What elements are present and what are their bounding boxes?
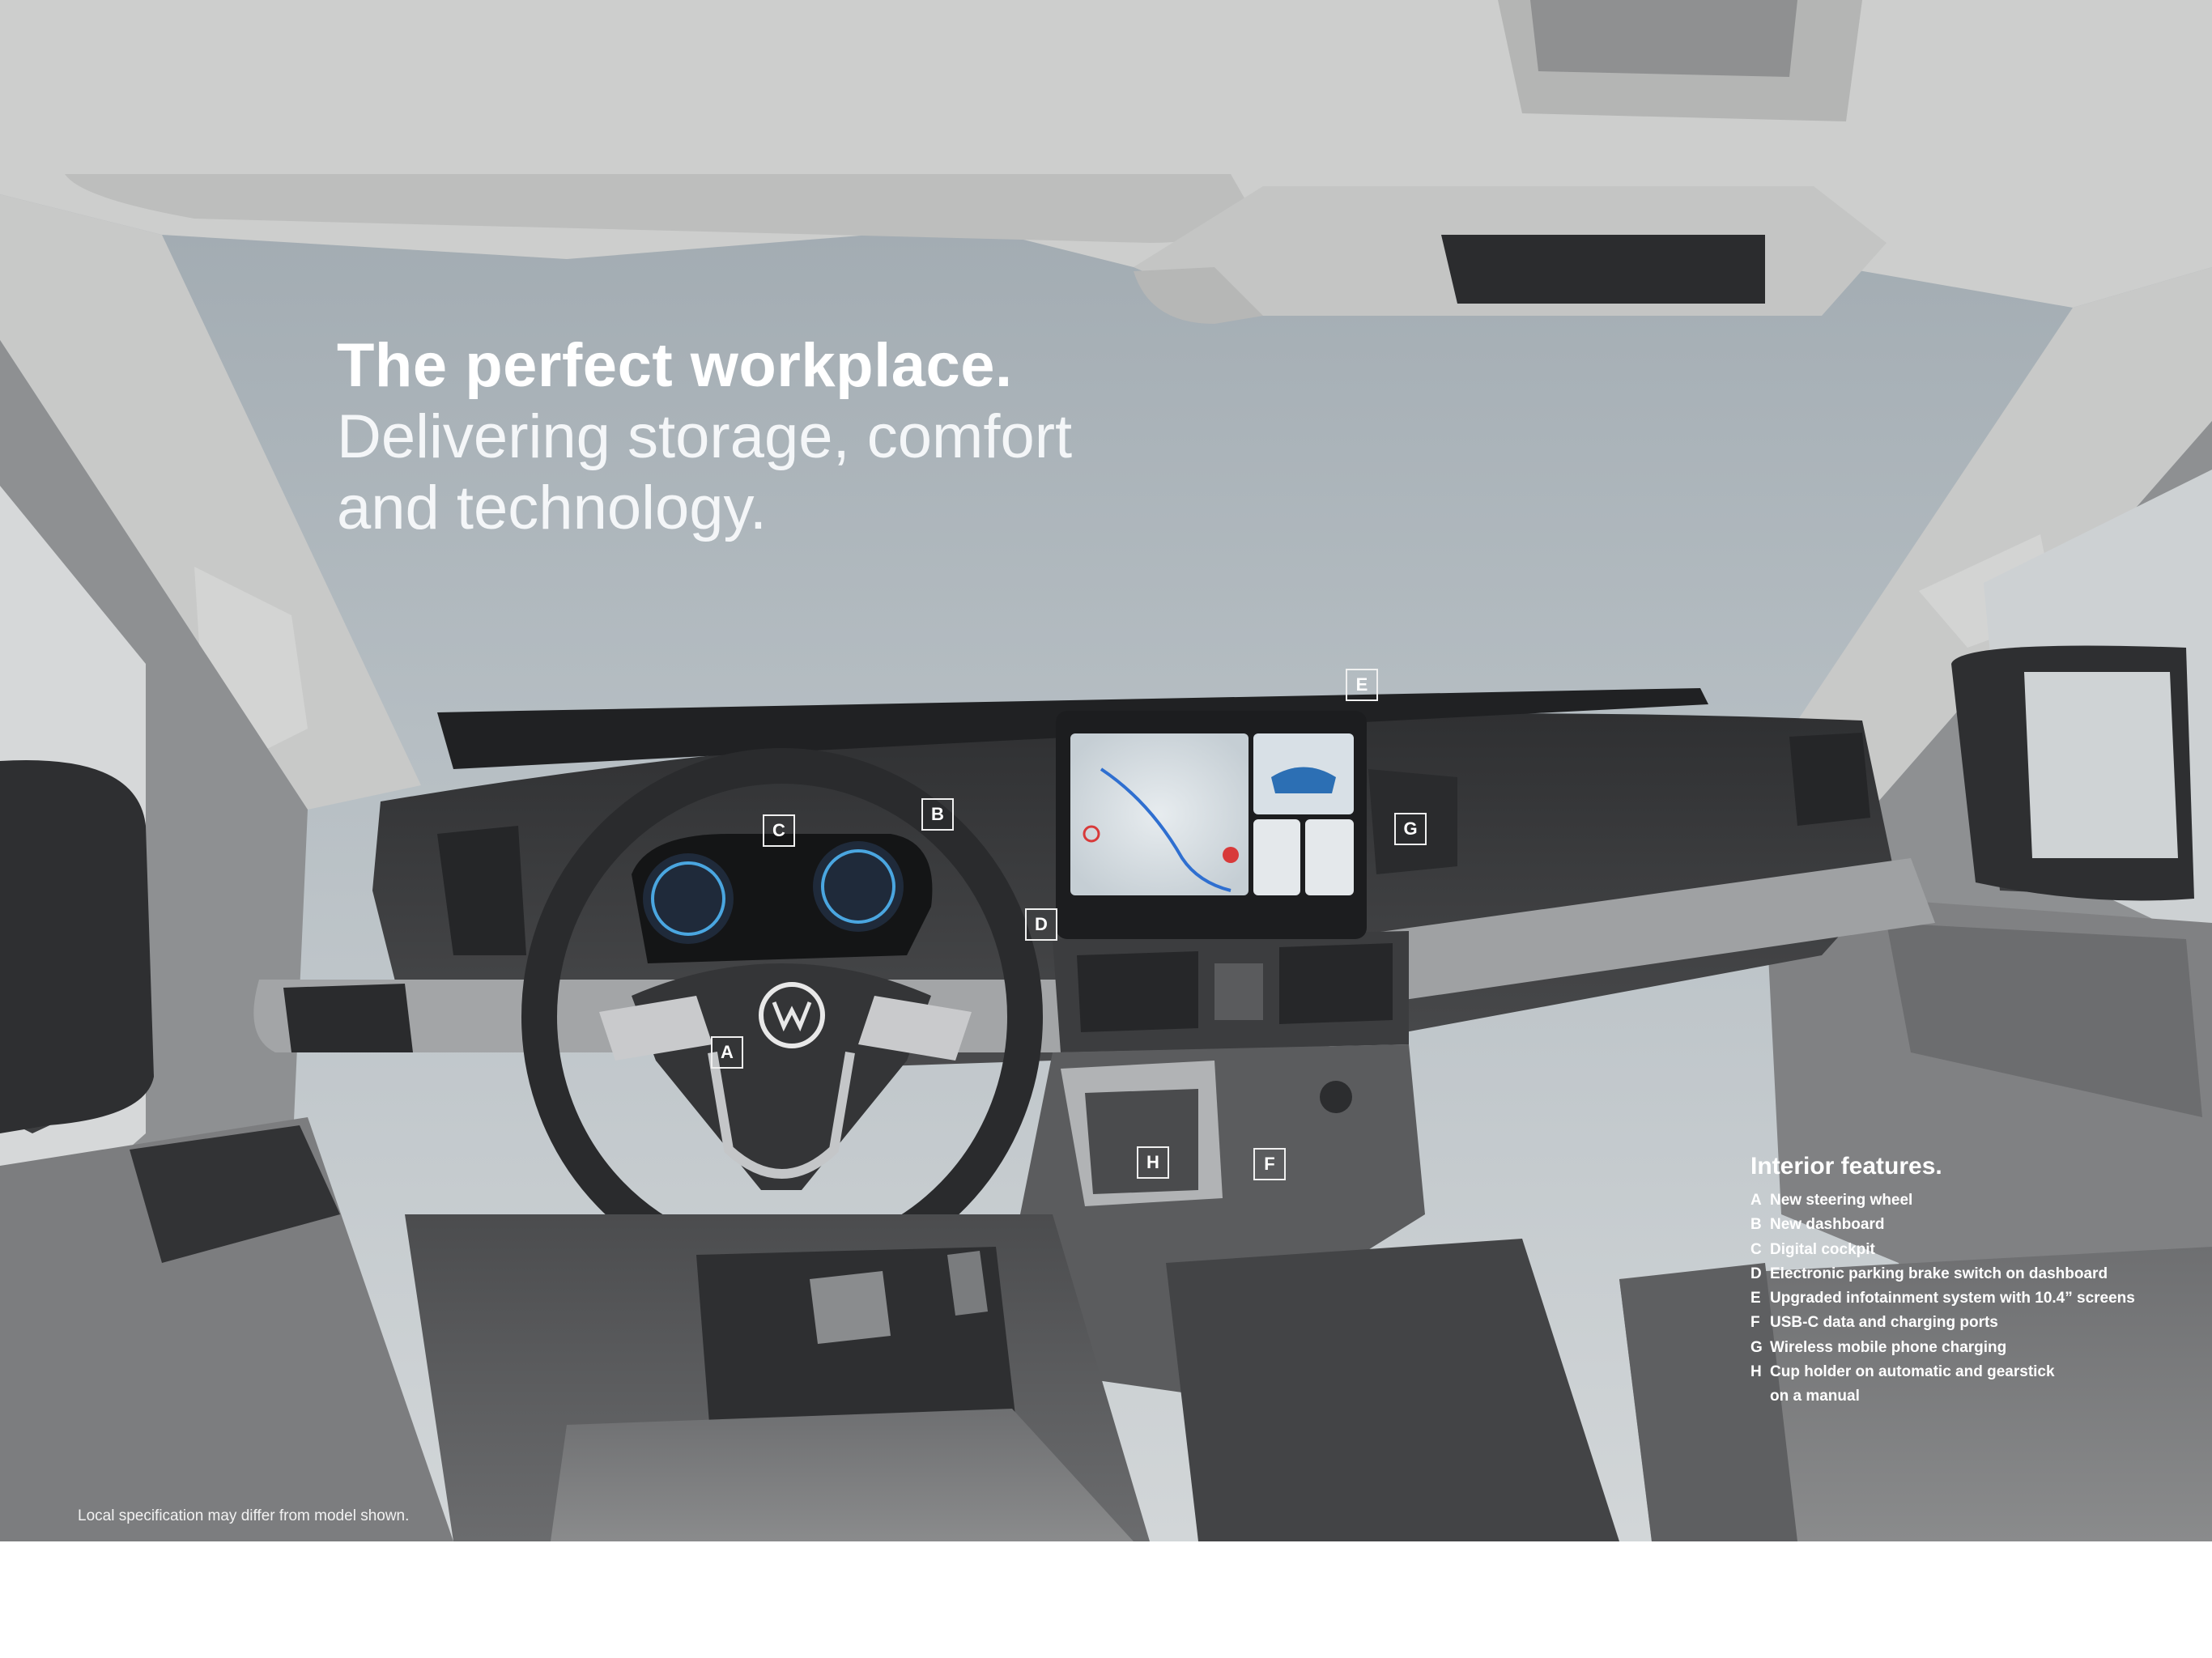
marker-e: E [1346,669,1378,701]
features-title: Interior features. [1750,1153,1942,1180]
feature-letter: G [1750,1338,1763,1356]
feature-text: New steering wheel [1770,1192,1913,1209]
headline-bold: The perfect workplace. [337,331,1013,400]
marker-g: G [1394,813,1427,845]
feature-item: A New steering wheel [1750,1188,2135,1213]
feature-item: E Upgraded infotainment system with 10.4”… [1750,1286,2135,1311]
feature-letter: C [1750,1240,1762,1258]
marker-d: D [1025,908,1057,941]
feature-text: Upgraded infotainment system with 10.4” … [1770,1290,2135,1307]
feature-text: Digital cockpit [1770,1240,1875,1258]
marker-b: B [921,798,954,831]
headline-light-line-1: Delivering storage, comfort [337,402,1073,471]
feature-item: G Wireless mobile phone charging [1750,1336,2135,1360]
feature-text: USB-C data and charging ports [1770,1314,1998,1332]
feature-letter: B [1750,1216,1762,1234]
feature-text-continuation: on a manual [1770,1388,1860,1405]
marker-a: A [711,1036,743,1069]
marker-f: F [1253,1148,1286,1180]
disclaimer: Local specification may differ from mode… [78,1507,410,1524]
feature-item: F USB-C data and charging ports [1750,1311,2135,1335]
feature-letter: E [1750,1290,1761,1307]
features-list: A New steering wheel B New dashboard C Digi… [1750,1188,2135,1409]
feature-item: H Cup holder on automatic and gearstick on… [1750,1360,2135,1409]
feature-item: B New dashboard [1750,1213,2135,1237]
feature-item: C Digital cockpit [1750,1238,2135,1262]
marker-c: C [763,814,795,847]
feature-letter: D [1750,1265,1762,1282]
feature-text: New dashboard [1770,1216,1885,1234]
feature-letter: F [1750,1314,1760,1332]
headline-light-line-2: and technology. [337,474,767,542]
feature-text: Wireless mobile phone charging [1770,1338,2007,1356]
interior-features: Interior features. A New steering wheel B… [1750,1153,2135,1409]
feature-letter: A [1750,1192,1762,1209]
feature-text: Cup holder on automatic and gearstick [1770,1363,2055,1381]
feature-item: D Electronic parking brake switch on dash… [1750,1262,2135,1286]
marker-h: H [1137,1146,1169,1179]
feature-letter: H [1750,1363,1762,1381]
feature-text: Electronic parking brake switch on dashb… [1770,1265,2108,1282]
headline: The perfect workplace. Delivering storag… [337,330,1072,544]
